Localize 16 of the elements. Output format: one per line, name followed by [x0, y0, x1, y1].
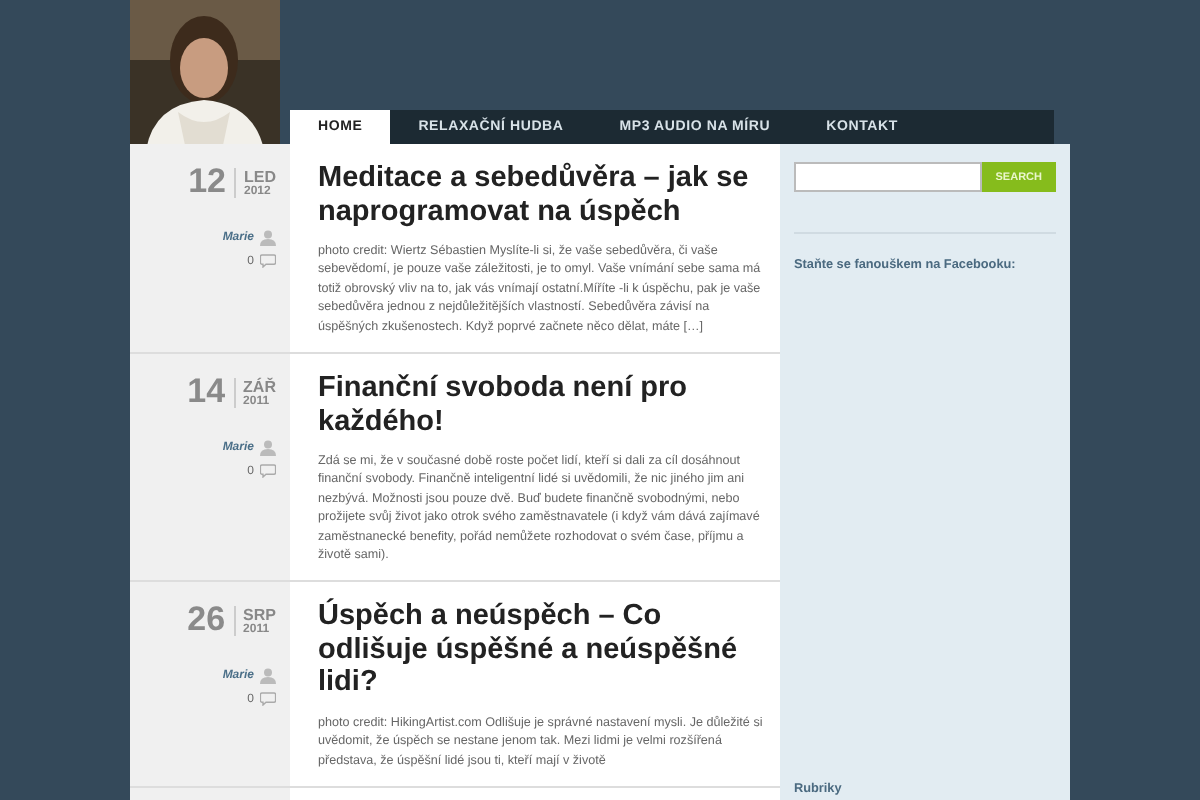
post-month: SRP	[243, 605, 276, 624]
comment-icon	[260, 254, 276, 268]
post-month: ZÁŘ	[243, 377, 276, 396]
search-field[interactable]	[794, 162, 982, 192]
post-day: 12	[188, 162, 226, 202]
post-month: LED	[244, 167, 276, 185]
post-title[interactable]: Úspěch a neúspěch – Co odlišuje úspěšné a neúspěšné lidi?	[318, 600, 770, 700]
post-title[interactable]: Meditace a sebedůvěra – jak se naprogramovat na úspěch	[318, 162, 770, 228]
post-title[interactable]: Finanční svoboda není pro každého!	[318, 372, 770, 439]
post-day: 26	[187, 600, 226, 641]
comment-icon	[260, 692, 276, 707]
user-icon	[260, 440, 276, 457]
user-icon	[260, 668, 276, 685]
user-icon	[260, 230, 276, 246]
comment-icon	[260, 464, 276, 479]
post-day: 14	[187, 372, 226, 413]
